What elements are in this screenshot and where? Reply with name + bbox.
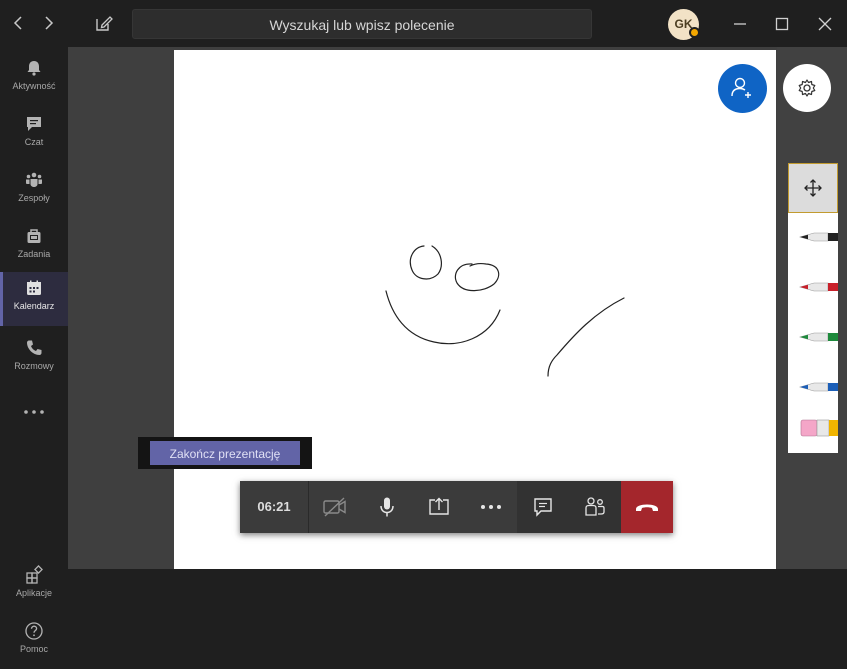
drawing-right-eye <box>454 263 500 292</box>
new-chat-button[interactable] <box>93 12 115 34</box>
whiteboard-toolbox <box>788 163 838 453</box>
forward-button[interactable] <box>38 12 58 34</box>
chat-icon <box>27 117 41 131</box>
minimize-icon <box>734 23 746 25</box>
sidebar-item-label: Rozmowy <box>14 361 54 371</box>
stage-bottom-area <box>68 569 847 663</box>
mic-toggle-button[interactable] <box>361 481 413 533</box>
sidebar-item-label: Czat <box>24 137 44 147</box>
green-pen-tool[interactable] <box>788 313 838 363</box>
maximize-icon <box>775 17 789 31</box>
chevron-left-icon <box>13 16 22 30</box>
tasks-icon <box>27 229 41 243</box>
whiteboard-settings-button[interactable] <box>783 64 831 112</box>
apps-icon <box>26 565 43 584</box>
black-pen-icon <box>798 232 838 242</box>
hang-up-icon <box>636 504 658 511</box>
sidebar-item-label: Aplikacje <box>15 588 53 598</box>
teams-icon <box>26 172 42 187</box>
sidebar-item-label: Aktywność <box>12 81 56 91</box>
eraser-icon <box>800 419 838 437</box>
eraser-tool[interactable] <box>788 403 838 453</box>
call-controls: 06:21 <box>240 481 673 533</box>
help-icon <box>25 622 43 640</box>
camera-toggle-button[interactable] <box>309 481 361 533</box>
sidebar-item-chat[interactable]: Czat <box>0 108 68 162</box>
title-bar: Wyszukaj lub wpisz polecenie GK <box>0 0 847 47</box>
drawing-stroke <box>547 297 625 377</box>
sidebar-item-label: Zespoły <box>18 193 50 203</box>
call-panel-toggles <box>517 481 621 533</box>
calendar-icon <box>27 280 41 295</box>
presentation-banner: Zakończ prezentację <box>138 437 312 469</box>
move-tool[interactable] <box>788 163 838 213</box>
back-button[interactable] <box>9 12 29 34</box>
red-pen-icon <box>798 282 838 292</box>
add-person-icon <box>731 77 751 98</box>
gear-icon <box>798 79 816 97</box>
phone-icon <box>27 340 42 355</box>
minimize-button[interactable] <box>728 12 752 36</box>
sidebar-item-activity[interactable]: Aktywność <box>0 52 68 106</box>
sidebar-item-apps[interactable]: Aplikacje <box>0 559 68 613</box>
camera-off-icon <box>323 497 346 517</box>
drawing-smile <box>385 290 501 345</box>
hang-up-button[interactable] <box>621 481 673 533</box>
add-people-button[interactable] <box>718 64 767 113</box>
maximize-button[interactable] <box>770 12 794 36</box>
sidebar-item-label: Pomoc <box>19 644 48 654</box>
close-button[interactable] <box>813 12 837 36</box>
sidebar-item-tasks[interactable]: Zadania <box>0 220 68 274</box>
move-icon <box>804 179 822 197</box>
app-bar: Aktywność Czat Zespoły Zadania Kalendarz… <box>0 47 68 663</box>
black-pen-tool[interactable] <box>788 213 838 263</box>
close-icon <box>818 17 832 31</box>
bell-icon <box>27 61 41 76</box>
share-screen-button[interactable] <box>413 481 465 533</box>
drawing-left-eye <box>409 245 442 280</box>
more-apps-button[interactable] <box>0 392 68 428</box>
participants-icon <box>585 497 605 516</box>
sidebar-item-help[interactable]: Pomoc <box>0 615 68 669</box>
end-presentation-button[interactable]: Zakończ prezentację <box>150 441 300 465</box>
chat-bubble-icon <box>534 498 552 517</box>
green-pen-icon <box>798 332 838 342</box>
more-actions-button[interactable] <box>465 481 517 533</box>
compose-icon <box>96 16 113 31</box>
more-horizontal-icon <box>481 505 501 509</box>
show-participants-button[interactable] <box>569 481 621 533</box>
microphone-icon <box>380 497 394 517</box>
call-timer: 06:21 <box>240 481 309 533</box>
sidebar-item-label: Zadania <box>17 249 51 259</box>
more-icon <box>24 410 44 414</box>
search-input[interactable]: Wyszukaj lub wpisz polecenie <box>132 9 592 39</box>
share-screen-icon <box>429 497 449 515</box>
sidebar-item-teams[interactable]: Zespoły <box>0 164 68 218</box>
chevron-right-icon <box>45 16 54 30</box>
sidebar-item-label: Kalendarz <box>13 301 55 311</box>
sidebar-item-calendar[interactable]: Kalendarz <box>0 272 68 326</box>
status-badge <box>689 27 700 38</box>
red-pen-tool[interactable] <box>788 263 838 313</box>
show-conversation-button[interactable] <box>517 481 569 533</box>
sidebar-item-calls[interactable]: Rozmowy <box>0 332 68 386</box>
